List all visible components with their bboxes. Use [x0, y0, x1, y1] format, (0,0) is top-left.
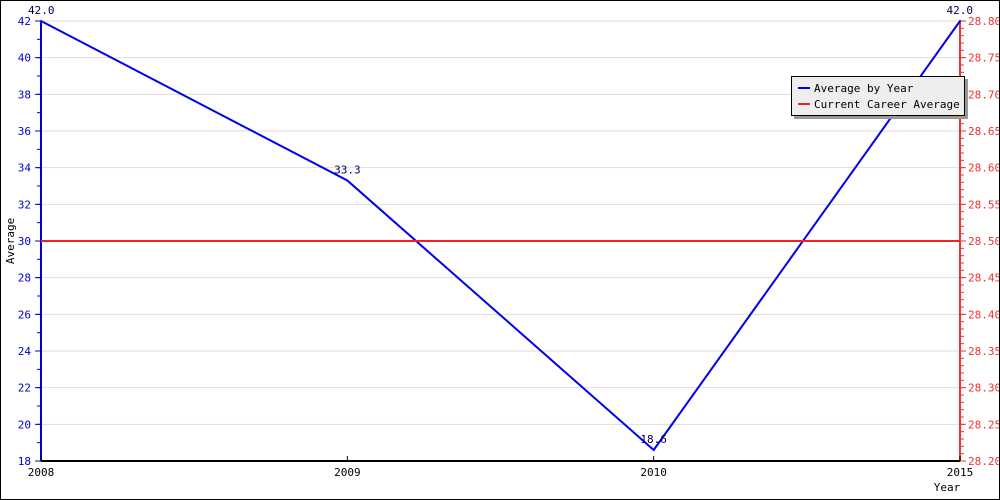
data-point [346, 179, 349, 182]
right-tick-label: 28.30 [968, 382, 999, 395]
left-tick-label: 28 [18, 272, 31, 285]
legend-swatch-red [798, 103, 810, 105]
x-tick-label: 2009 [334, 466, 361, 479]
right-tick-label: 28.60 [968, 162, 999, 175]
data-point [959, 20, 961, 22]
x-tick-label: 2008 [28, 466, 55, 479]
right-tick-label: 28.25 [968, 418, 999, 431]
data-label: 42.0 [947, 4, 974, 17]
right-tick-label: 28.75 [968, 52, 999, 65]
series-group: 42.0 33.3 18.6 42.0 [28, 4, 974, 452]
legend-item-average-by-year: Average by Year [798, 80, 960, 96]
x-tick-label: 2010 [640, 466, 667, 479]
left-y-axis: 18202224262830323436384042 [18, 15, 42, 468]
left-tick-label: 26 [18, 308, 31, 321]
left-tick-label: 32 [18, 198, 31, 211]
x-axis-label: Year [934, 481, 961, 494]
chart-frame: 18 20 22 24 26 28 30 32 34 36 38 40 42 28.20 28.25 28.… [0, 0, 1000, 500]
left-tick-label: 38 [18, 88, 31, 101]
right-y-axis: 28.2028.2528.3028.3528.4028.4528.5028.55… [959, 15, 999, 468]
right-tick-label: 28.45 [968, 272, 999, 285]
right-tick-label: 28.70 [968, 88, 999, 101]
right-tick-label: 28.65 [968, 125, 999, 138]
data-label: 42.0 [28, 4, 55, 17]
x-tick-label: 2015 [947, 466, 974, 479]
data-point [652, 449, 655, 451]
left-tick-label: 22 [18, 382, 31, 395]
legend-item-career-average: Current Career Average [798, 96, 960, 112]
right-tick-label: 28.40 [968, 308, 999, 321]
left-tick-label: 36 [18, 125, 31, 138]
right-tick-label: 28.35 [968, 345, 999, 358]
x-axis: 2008 2009 2010 2015 [28, 456, 974, 479]
right-tick-label: 28.50 [968, 235, 999, 248]
left-tick-label: 40 [18, 52, 31, 65]
left-tick-label: 20 [18, 418, 31, 431]
right-tick-label: 28.55 [968, 198, 999, 211]
y-axis-label: Average [4, 218, 17, 264]
left-tick-label: 30 [18, 235, 31, 248]
legend: Average by Year Current Career Average [791, 76, 965, 116]
left-tick-label: 24 [18, 345, 32, 358]
legend-swatch-blue [798, 87, 810, 89]
legend-label: Average by Year [814, 81, 914, 95]
data-point [40, 20, 42, 22]
legend-label: Current Career Average [814, 97, 960, 111]
data-label: 18.6 [640, 433, 667, 446]
data-label: 33.3 [334, 164, 361, 177]
left-tick-label: 34 [18, 162, 32, 175]
